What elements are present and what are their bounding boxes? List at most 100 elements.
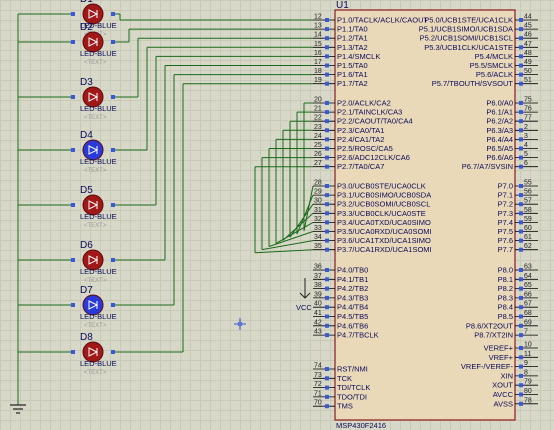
led-ref-label: D8 <box>80 332 93 343</box>
ic-pin-32[interactable]: 32 P3.4/UCA0TXD/UCA0SIMO <box>313 216 431 227</box>
pin-marker-icon <box>325 286 329 291</box>
led-d8[interactable]: D8 LED-BLUE <TEXT> <box>71 332 117 376</box>
pin-marker-icon <box>519 401 523 406</box>
ic-pin-19[interactable]: 19 P1.7/TA2 <box>313 77 368 88</box>
led-d7[interactable]: D7 LED-BLUE <TEXT> <box>71 285 117 329</box>
ic-pin-26[interactable]: 26 P2.6/ADC12CLK/CA6 <box>313 151 410 162</box>
ic-pin-3[interactable]: 3 P6.4/A4 <box>486 133 538 144</box>
ic-pin-25[interactable]: 25 P2.5/ROSC/CA5 <box>313 142 393 153</box>
ic-pin-8[interactable]: 8 XIN <box>500 369 538 380</box>
ic-pin-66[interactable]: 66 P8.3 <box>498 291 538 302</box>
pin-number: 9 <box>524 360 528 367</box>
ic-pin-20[interactable]: 20 P2.0/ACLK/CA2 <box>313 97 391 108</box>
ic-pin-51[interactable]: 51 P5.7/TBOUTH/SVSOUT <box>432 77 538 88</box>
ic-pin-12[interactable]: 12 P1.0/TACLK/ACLK/CAOUT <box>313 14 429 25</box>
pin-number: 18 <box>314 68 322 75</box>
pin-number: 37 <box>314 273 322 280</box>
led-d6[interactable]: D6 LED-BLUE <TEXT> <box>71 240 117 284</box>
pin-marker-icon <box>519 383 523 388</box>
ic-pin-60[interactable]: 60 P7.5 <box>498 225 538 236</box>
pin-name: P4.3/TB3 <box>337 293 368 302</box>
ic-pin-47[interactable]: 47 P5.3/UCB1CLK/UCA1STE <box>424 41 538 52</box>
ic-pin-55[interactable]: 55 P7.0 <box>498 180 538 191</box>
pin-number: 33 <box>314 225 322 232</box>
pin-number: 78 <box>524 397 532 404</box>
ic-pin-16[interactable]: 16 P1.4/SMCLK <box>313 50 380 61</box>
ic-pin-6[interactable]: 6 P6.7/A7/SVSIN <box>462 160 538 171</box>
pin-name: P3.5/UCA0RXD/UCA0SOMI <box>337 227 432 236</box>
ic-pin-30[interactable]: 30 P3.2/UCB0SOMI/UCB0SCL <box>313 198 430 209</box>
ic-pin-5[interactable]: 5 P6.6/A6 <box>486 151 538 162</box>
ic-pin-31[interactable]: 31 P3.3/UCB0CLK/UCA0STE <box>313 207 426 218</box>
loopback-wire <box>261 240 314 251</box>
ic-pin-35[interactable]: 35 P3.7/UCA1RXD/UCA1SOMI <box>313 243 432 254</box>
cursor-crosshair-icon <box>234 318 246 330</box>
ic-pin-56[interactable]: 56 P7.1 <box>498 189 538 200</box>
ic-pin-34[interactable]: 34 P3.6/UCA1TXD/UCA1SIMO <box>313 234 431 245</box>
ic-pin-68[interactable]: 68 P8.5 <box>498 310 538 321</box>
ic-pin-28[interactable]: 28 P3.0/UCB0STE/UCA0CLK <box>313 180 426 191</box>
pin-number: 27 <box>314 160 322 167</box>
ic-pin-21[interactable]: 21 P2.1/TAINCLK/CA3 <box>313 106 402 117</box>
pin-marker-icon <box>519 184 523 188</box>
ic-pin-78[interactable]: 78 AVSS <box>494 397 538 408</box>
ic-pin-27[interactable]: 27 P2.7/TA0/CA7 <box>313 160 384 171</box>
pin-marker-icon <box>325 229 329 234</box>
pin-number: 19 <box>314 77 322 84</box>
ic-pin-29[interactable]: 29 P3.1/UCB0SIMO/UCB0SDA <box>313 189 431 200</box>
ic-pin-4[interactable]: 4 P6.5/A5 <box>486 142 538 153</box>
pin-marker-icon <box>325 193 329 198</box>
ic-pin-77[interactable]: 77 P6.2/A2 <box>486 115 538 126</box>
ic-pin-22[interactable]: 22 P2.2/CAOUT/TA0/CA4 <box>313 115 413 126</box>
pin-marker-icon <box>325 295 329 300</box>
pin-number: 51 <box>524 77 532 84</box>
pin-name: P5.1/UCB1SIMO/UCB1SDA <box>419 25 513 34</box>
pin-number: 66 <box>524 291 532 298</box>
ic-pin-59[interactable]: 59 P7.4 <box>498 216 538 227</box>
pin-number: 5 <box>524 151 528 158</box>
ic-pin-7[interactable]: 7 P8.7/XT2IN <box>474 329 538 340</box>
pin-name: P7.5 <box>498 227 513 236</box>
ic-pin-58[interactable]: 58 P7.3 <box>498 207 538 218</box>
ic-pin-33[interactable]: 33 P3.5/UCA0RXD/UCA0SOMI <box>313 225 432 236</box>
led-d3[interactable]: D3 LED-BLUE <TEXT> <box>71 77 117 121</box>
pin-marker-icon <box>71 203 75 207</box>
ic-pin-45[interactable]: 45 P5.1/UCB1SIMO/UCB1SDA <box>419 23 538 34</box>
ic-pin-23[interactable]: 23 P2.3/CA0/TA1 <box>313 124 384 135</box>
pin-number: 36 <box>314 264 322 271</box>
pin-name: AVCC <box>493 390 514 399</box>
pin-name: P1.0/TACLK/ACLK/CAOUT <box>337 16 429 25</box>
ic-pin-65[interactable]: 65 P8.2 <box>498 282 538 293</box>
schematic-canvas[interactable]: U1 MSP430F2416 12 P1.0/TACLK/ACLK/CAOUT 13… <box>0 0 554 430</box>
pin-name: P6.2/A2 <box>486 117 513 126</box>
pin-marker-icon <box>519 286 523 291</box>
pin-marker-icon <box>519 392 523 397</box>
pin-number: 61 <box>524 234 532 241</box>
ic-pin-63[interactable]: 63 P8.0 <box>498 264 538 275</box>
ic-pin-43[interactable]: 43 P4.7/TBCLK <box>313 329 379 340</box>
ic-pin-57[interactable]: 57 P7.2 <box>498 198 538 209</box>
ic-pin-24[interactable]: 24 P2.4/CA1/TA2 <box>313 133 384 144</box>
ic-pin-62[interactable]: 62 P7.7 <box>498 243 538 254</box>
led-d4[interactable]: D4 LED-BLUE <TEXT> <box>71 130 117 174</box>
pin-marker-icon <box>111 148 115 152</box>
pin-marker-icon <box>325 101 329 105</box>
pin-marker-icon <box>519 45 523 50</box>
ic-pin-61[interactable]: 61 P7.6 <box>498 234 538 245</box>
ic-pin-67[interactable]: 67 P8.4 <box>498 301 538 312</box>
ic-msp430[interactable]: U1 MSP430F2416 12 P1.0/TACLK/ACLK/CAOUT 13… <box>313 0 538 430</box>
pin-marker-icon <box>325 333 329 338</box>
pin-marker-icon <box>519 119 523 124</box>
pin-marker-icon <box>71 303 75 307</box>
pin-name: P4.1/TB1 <box>337 275 368 284</box>
pin-name: P5.3/UCB1CLK/UCA1STE <box>424 43 513 52</box>
pin-name: P2.2/CAOUT/TA0/CA4 <box>337 117 413 126</box>
ic-pin-46[interactable]: 46 P5.2/UCB1SOMI/UCB1SCL <box>420 32 538 43</box>
ic-pin-2[interactable]: 2 P6.3/A3 <box>486 124 538 135</box>
led-d5[interactable]: D5 LED-BLUE <TEXT> <box>71 185 117 229</box>
ic-pin-70[interactable]: 70 TMS <box>313 400 353 411</box>
ic-pin-44[interactable]: 44 P5.0/UCB1STE/UCA1CLK <box>424 14 538 25</box>
pin-marker-icon <box>325 110 329 115</box>
ic-pin-64[interactable]: 64 P8.1 <box>498 273 538 284</box>
pin-name: P5.4/MCLK <box>475 52 513 61</box>
